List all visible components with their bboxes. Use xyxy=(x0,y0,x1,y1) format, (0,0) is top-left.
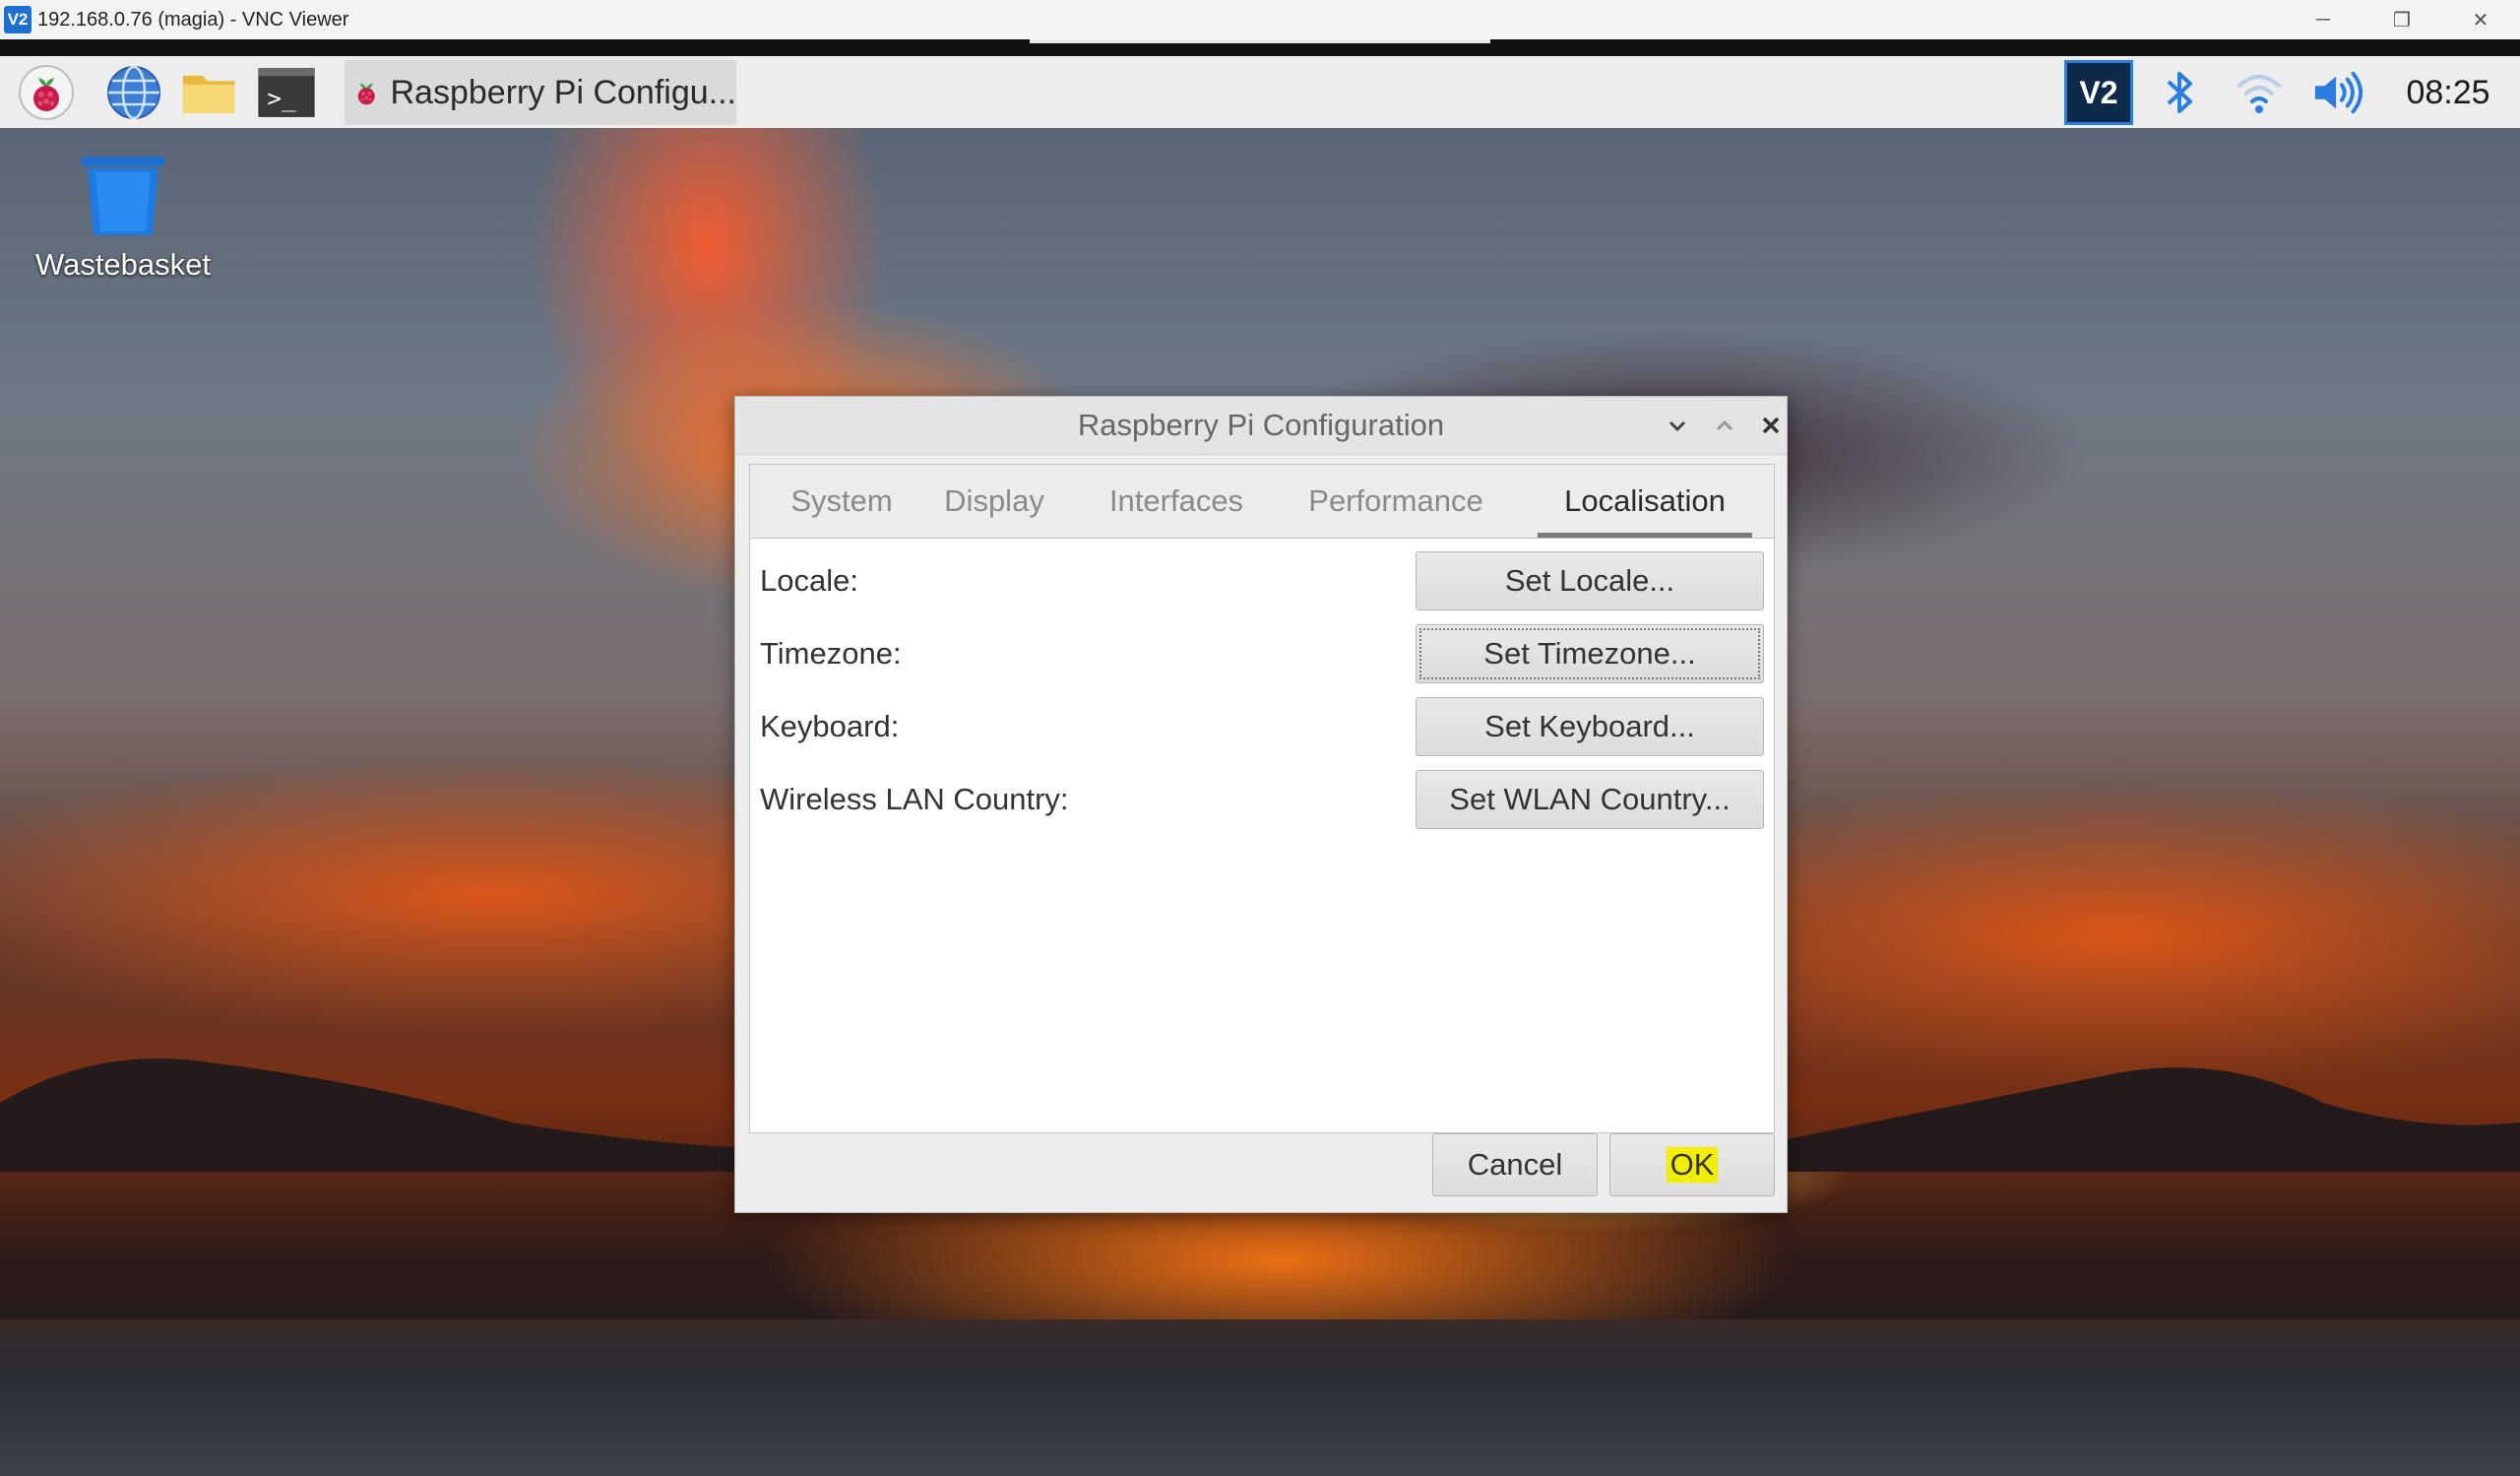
web-browser-icon[interactable] xyxy=(105,64,162,121)
vnc-window-titlebar[interactable]: V2 192.168.0.76 (magia) - VNC Viewer ─ ❐… xyxy=(0,0,2520,40)
wastebasket-label: Wastebasket xyxy=(34,247,212,282)
raspberry-menu-icon[interactable] xyxy=(18,64,75,121)
tab-bar: System Display Interfaces Performance Lo… xyxy=(750,465,1774,539)
settings-notebook: System Display Interfaces Performance Lo… xyxy=(749,464,1775,1133)
tab-interfaces[interactable]: Interfaces xyxy=(1095,465,1258,538)
vnc-window-title: 192.168.0.76 (magia) - VNC Viewer xyxy=(37,8,349,31)
wireless-lan-country-label: Wireless LAN Country: xyxy=(760,782,1069,816)
bluetooth-icon[interactable] xyxy=(2153,66,2206,119)
vnc-viewer-logo-icon: V2 xyxy=(4,6,32,33)
set-timezone-button[interactable]: Set Timezone... xyxy=(1416,624,1764,683)
clock[interactable]: 08:25 xyxy=(2394,70,2502,115)
close-button[interactable]: ✕ xyxy=(2441,0,2520,39)
taskbar-task-raspberry-pi-configuration[interactable]: Raspberry Pi Configu... xyxy=(345,60,736,125)
minimize-button[interactable]: ─ xyxy=(2284,0,2362,39)
dialog-titlebar[interactable]: Raspberry Pi Configuration xyxy=(735,397,1787,455)
window-controls: ─ ❐ ✕ xyxy=(2284,0,2520,39)
close-icon xyxy=(1762,417,1780,434)
set-wlan-country-button[interactable]: Set WLAN Country... xyxy=(1416,770,1764,829)
locale-label: Locale: xyxy=(760,563,858,598)
cancel-button[interactable]: Cancel xyxy=(1432,1133,1598,1196)
tab-localisation[interactable]: Localisation xyxy=(1538,465,1752,538)
svg-text:>_: >_ xyxy=(267,84,296,112)
taskbar: >_ Raspberry Pi Configu... V2 08:25 xyxy=(0,56,2520,129)
wastebasket-desktop-icon[interactable]: Wastebasket xyxy=(20,153,226,290)
dialog-maximize-button[interactable] xyxy=(1708,409,1741,442)
restore-button[interactable]: ❐ xyxy=(2362,0,2441,39)
dialog-title: Raspberry Pi Configuration xyxy=(1077,408,1445,442)
wifi-icon[interactable] xyxy=(2233,66,2286,119)
tab-system[interactable]: System xyxy=(780,465,904,538)
timezone-label: Timezone: xyxy=(760,636,902,671)
keyboard-label: Keyboard: xyxy=(760,709,900,743)
volume-icon[interactable] xyxy=(2311,66,2364,119)
lake-water xyxy=(0,1319,2520,1476)
dialog-close-button[interactable] xyxy=(1754,409,1788,442)
set-keyboard-button[interactable]: Set Keyboard... xyxy=(1416,697,1764,756)
terminal-icon[interactable]: >_ xyxy=(258,64,315,121)
chevron-up-icon xyxy=(1716,419,1733,431)
set-locale-button[interactable]: Set Locale... xyxy=(1416,551,1764,610)
vnc-server-tray-icon[interactable]: V2 xyxy=(2064,60,2133,125)
ok-button[interactable]: OK xyxy=(1609,1133,1775,1196)
raspberry-pi-icon xyxy=(357,83,375,105)
taskbar-task-label: Raspberry Pi Configu... xyxy=(390,73,737,111)
trash-bin-icon xyxy=(82,157,164,235)
raspberry-pi-configuration-dialog: Raspberry Pi Configuration System Displa… xyxy=(734,396,1788,1213)
vnc-toolbar-handle[interactable] xyxy=(1030,39,1490,43)
dialog-minimize-button[interactable] xyxy=(1661,409,1694,442)
tab-display[interactable]: Display xyxy=(933,465,1055,538)
vnc-toolbar-strip xyxy=(0,39,2520,56)
file-manager-icon[interactable] xyxy=(181,64,238,121)
tab-performance[interactable]: Performance xyxy=(1297,465,1494,538)
chevron-down-icon xyxy=(1669,420,1686,432)
ok-button-label: OK xyxy=(1666,1147,1719,1183)
